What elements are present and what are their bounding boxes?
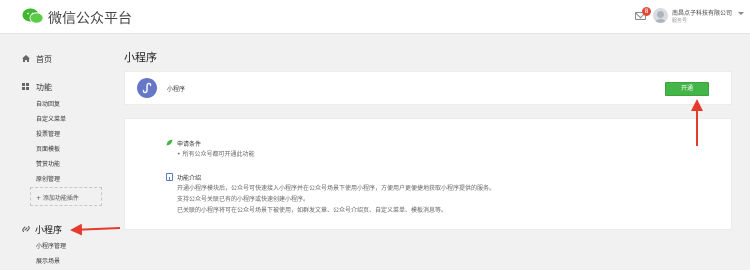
annotation-arrows — [70, 99, 703, 236]
annotation-arrow — [70, 223, 121, 236]
